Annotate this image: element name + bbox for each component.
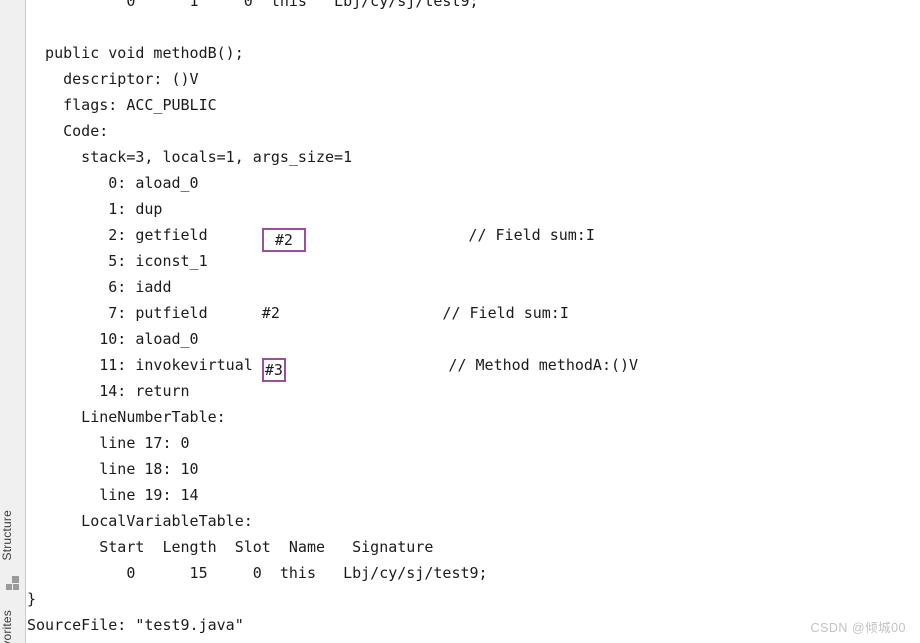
code-text: LocalVariableTable: (27, 512, 253, 530)
code-text: 0 15 0 this Lbj/cy/sj/test9; (27, 564, 488, 582)
code-line-descriptor: descriptor: ()V (27, 66, 638, 92)
code-line-source-file: SourceFile: "test9.java" (27, 612, 638, 638)
code-text: flags: ACC_PUBLIC (27, 96, 217, 114)
code-line-local-variable-table: LocalVariableTable: (27, 508, 638, 534)
sidebar-item-favorites-label: Favorites (0, 610, 14, 643)
code-text: line 17: 0 (27, 434, 190, 452)
sidebar-item-favorites[interactable]: Favorites (0, 610, 25, 643)
code-text: 5: iconst_1 (27, 252, 208, 270)
code-line-instr-5-iconst1: 5: iconst_1 (27, 248, 638, 274)
watermark: CSDN @倾城00 (810, 621, 906, 635)
code-text: SourceFile: "test9.java" (27, 616, 244, 634)
code-text: } (27, 590, 37, 608)
code-text: Start Length Slot Name Signature (27, 538, 434, 556)
code-line-instr-0-aload0: 0: aload_0 (27, 170, 638, 196)
code-text: Code: (27, 122, 109, 140)
code-line-lvt-row-0: 0 15 0 this Lbj/cy/sj/test9; (27, 560, 638, 586)
code-text: stack=3, locals=1, args_size=1 (27, 148, 353, 166)
code-line-instr-10-aload0: 10: aload_0 (27, 326, 638, 352)
tool-window-sidebar: Structure Favorites (0, 0, 26, 643)
code-text: 0: aload_0 (27, 174, 199, 192)
code-text: 2: getfield (27, 226, 262, 244)
grid-icon-square-a (12, 576, 19, 583)
grid-icon[interactable] (6, 576, 21, 591)
code-text: 7: putfield #2 // Field sum:I (27, 304, 569, 322)
code-line-lvt-header: Start Length Slot Name Signature (27, 534, 638, 560)
code-text: public void methodB(); (27, 44, 244, 62)
code-text: line 19: 14 (27, 486, 199, 504)
code-line-class-close-brace: } (27, 586, 638, 612)
code-comment: // Field sum:I (305, 226, 595, 244)
code-line-method-decl: public void methodB(); (27, 40, 638, 66)
code-line-lnt-18: line 18: 10 (27, 456, 638, 482)
sidebar-item-structure[interactable]: Structure (0, 510, 25, 561)
code-line-lvt-row-prev: 0 1 0 this Lbj/cy/sj/test9; (27, 0, 638, 14)
code-text: 6: iadd (27, 278, 172, 296)
code-text: line 18: 10 (27, 460, 199, 478)
code-line-line-number-table: LineNumberTable: (27, 404, 638, 430)
sidebar-item-structure-label: Structure (0, 510, 14, 561)
grid-icon-square-c (13, 584, 19, 590)
code-text: 11: invokevirtual (27, 356, 262, 374)
code-text: descriptor: ()V (27, 70, 199, 88)
code-line-stack-locals-args: stack=3, locals=1, args_size=1 (27, 144, 638, 170)
code-line-flags: flags: ACC_PUBLIC (27, 92, 638, 118)
code-line-blank-1 (27, 14, 638, 40)
code-text: 14: return (27, 382, 190, 400)
code-line-instr-6-iadd: 6: iadd (27, 274, 638, 300)
grid-icon-square-b (6, 584, 12, 590)
code-line-instr-14-return: 14: return (27, 378, 638, 404)
code-comment: // Method methodA:()V (285, 356, 639, 374)
code-line-lnt-17: line 17: 0 (27, 430, 638, 456)
code-text: 0 1 0 this Lbj/cy/sj/test9; (27, 0, 479, 10)
editor-pane[interactable]: 0 1 0 this Lbj/cy/sj/test9; public void … (27, 0, 920, 643)
code-line-instr-7-putfield: 7: putfield #2 // Field sum:I (27, 300, 638, 326)
code-line-instr-2-getfield: 2: getfield #2 // Field sum:I (27, 222, 638, 252)
javap-output: 0 1 0 this Lbj/cy/sj/test9; public void … (27, 0, 638, 638)
code-line-instr-1-dup: 1: dup (27, 196, 638, 222)
code-text: 10: aload_0 (27, 330, 199, 348)
code-text: 1: dup (27, 200, 163, 218)
code-line-lnt-19: line 19: 14 (27, 482, 638, 508)
code-text: LineNumberTable: (27, 408, 226, 426)
code-line-code-label: Code: (27, 118, 638, 144)
code-line-instr-11-invokevirtual: 11: invokevirtual #3 // Method methodA:(… (27, 352, 639, 382)
